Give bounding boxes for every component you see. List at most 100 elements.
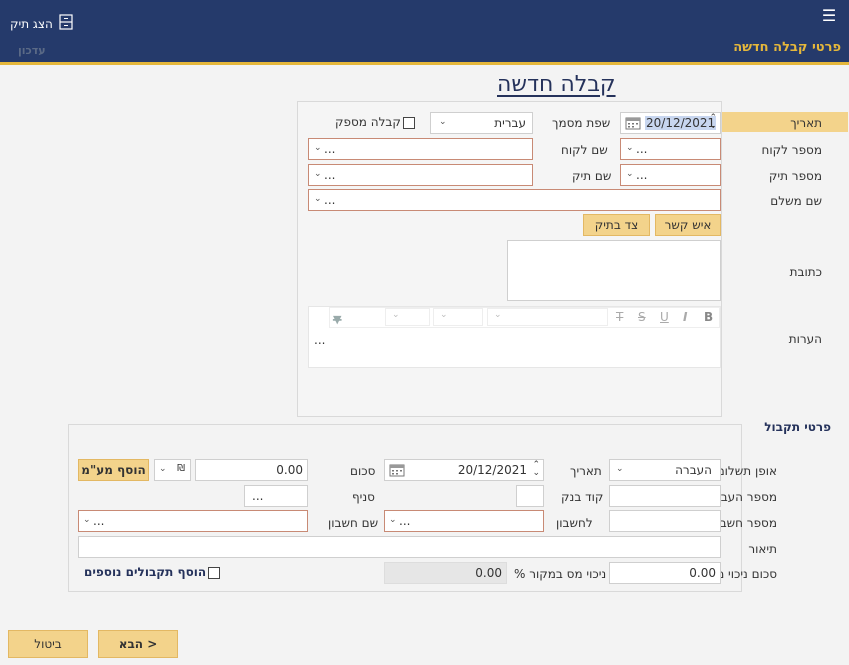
- payer-name-value: ...: [324, 193, 336, 207]
- italic-button[interactable]: I: [683, 310, 687, 324]
- date-value: 20/12/2021: [645, 116, 717, 130]
- receipt-date-label: תאריך: [570, 464, 602, 478]
- party-in-file-button[interactable]: צד בתיק: [583, 214, 650, 236]
- account-name-value: ...: [93, 514, 105, 528]
- customer-name-value: ...: [324, 142, 336, 156]
- branch-lookup-button[interactable]: ...: [252, 489, 263, 503]
- doc-lang-select[interactable]: עברית ⌄: [430, 112, 533, 134]
- file-number-label: מספר תיק: [768, 169, 822, 183]
- date-label: תאריך: [790, 116, 822, 130]
- description-label: תיאור: [748, 542, 777, 556]
- file-name-input[interactable]: ⌄ ...: [308, 164, 533, 186]
- bank-code-input[interactable]: [516, 485, 544, 507]
- account-number-input[interactable]: [609, 510, 721, 532]
- payment-method-value: העברה: [675, 463, 712, 477]
- strikethrough-button[interactable]: S: [638, 310, 646, 324]
- customer-name-input[interactable]: ⌄ ...: [308, 138, 533, 160]
- doc-lang-value: עברית: [494, 116, 526, 130]
- amount-value: 0.00: [276, 463, 303, 477]
- notes-value: ...: [314, 333, 326, 347]
- chevron-down-icon: ⌄: [314, 169, 322, 179]
- description-input[interactable]: [78, 536, 721, 558]
- notes-label: הערות: [788, 332, 822, 346]
- style-select[interactable]: ⌄: [385, 308, 430, 326]
- file-name-value: ...: [324, 168, 336, 182]
- bold-button[interactable]: B: [704, 310, 713, 324]
- receipt-date-value: 20/12/2021: [457, 463, 527, 477]
- to-account-select[interactable]: ⌄ ...: [384, 510, 544, 532]
- chevron-down-icon: ⌄: [314, 194, 322, 204]
- file-number-input[interactable]: ⌄ ...: [620, 164, 721, 186]
- customer-name-label: שם לקוח: [561, 143, 608, 157]
- add-more-receipts-checkbox[interactable]: [208, 567, 220, 579]
- font-family-select[interactable]: ⌄: [487, 308, 608, 326]
- font-size-select[interactable]: ⌄: [433, 308, 483, 326]
- clear-format-button[interactable]: T: [616, 310, 623, 324]
- branch-label: סניף: [352, 490, 375, 504]
- chevron-down-icon: ⌄: [159, 464, 167, 474]
- branch-input[interactable]: ...: [244, 485, 308, 507]
- add-more-receipts-label: הוסף תקבולים נוספים: [84, 565, 207, 579]
- date-label-highlight: [722, 112, 848, 132]
- file-number-value: ...: [636, 168, 648, 182]
- customer-number-input[interactable]: ⌄ ...: [620, 138, 721, 160]
- chevron-down-icon: ⌄: [616, 464, 624, 474]
- customer-number-value: ...: [636, 142, 648, 156]
- to-account-label: לחשבון: [556, 516, 593, 530]
- bank-code-label: קוד בנק: [561, 490, 604, 504]
- address-label: כתובת: [789, 265, 822, 279]
- chevron-down-icon: ⌄: [626, 169, 634, 179]
- receipt-section-title: פרטי תקבול: [764, 420, 831, 434]
- account-number-label: מספר חשבון: [713, 516, 777, 530]
- date-input[interactable]: 20/12/2021 ⌃ ⌄: [620, 112, 721, 134]
- address-textarea[interactable]: [507, 240, 721, 301]
- page-title: פרטי קבלה חדשה: [733, 40, 841, 55]
- chevron-down-icon: ⌄: [314, 143, 322, 153]
- tax-percent-field: 0.00: [384, 562, 507, 584]
- account-name-select[interactable]: ⌄ ...: [78, 510, 308, 532]
- tax-percent-label: % ניכוי מס במקור: [514, 567, 607, 581]
- chevron-down-icon: ⌄: [83, 515, 91, 525]
- doc-lang-label: שפת מסמך: [552, 116, 611, 130]
- tax-percent-value: 0.00: [475, 566, 502, 580]
- add-vat-button[interactable]: הוסף מע"מ: [78, 459, 149, 481]
- form-title: קבלה חדשה: [497, 72, 616, 97]
- file-name-label: שם תיק: [572, 169, 612, 183]
- to-account-value: ...: [399, 514, 411, 528]
- calendar-icon[interactable]: [389, 463, 405, 480]
- currency-select[interactable]: ₪ ⌄: [154, 459, 191, 481]
- amount-input[interactable]: 0.00: [195, 459, 308, 481]
- payer-name-label: שם משלם: [770, 194, 822, 208]
- tax-deduction-input[interactable]: 0.00: [609, 562, 721, 584]
- hamburger-menu-icon[interactable]: ☰: [821, 8, 837, 24]
- chevron-down-icon: ⌄: [389, 515, 397, 525]
- supplier-receipt-checkbox[interactable]: [403, 117, 415, 129]
- payment-method-select[interactable]: העברה ⌄: [609, 459, 721, 481]
- account-name-label: שם חשבון: [328, 516, 379, 530]
- shekel-icon: ₪: [177, 463, 185, 474]
- app-header: [0, 0, 849, 64]
- header-accent-line: [0, 62, 849, 65]
- show-file-label: הצג תיק: [10, 16, 53, 31]
- contact-person-button[interactable]: איש קשר: [655, 214, 721, 236]
- next-button[interactable]: הבא >: [98, 630, 178, 658]
- chevron-down-icon: ⌄: [439, 117, 447, 127]
- show-file-button[interactable]: הצג תיק: [10, 14, 73, 33]
- paragraph-format-icon[interactable]: ▁ ▼: [333, 309, 341, 325]
- payer-name-input[interactable]: ⌄ ...: [308, 189, 721, 211]
- tax-deduction-value: 0.00: [689, 566, 716, 580]
- transfer-number-input[interactable]: [609, 485, 721, 507]
- update-link[interactable]: עדכון: [18, 44, 46, 57]
- receipt-date-input[interactable]: 20/12/2021 ⌃ ⌄: [384, 459, 544, 481]
- customer-number-label: מספר לקוח: [761, 143, 822, 157]
- cancel-button[interactable]: ביטול: [8, 630, 88, 658]
- spin-arrows-icon[interactable]: ⌃ ⌄: [709, 114, 717, 131]
- spin-arrows-icon[interactable]: ⌃ ⌄: [532, 461, 540, 478]
- amount-label: סכום: [350, 464, 376, 478]
- underline-button[interactable]: U: [660, 310, 669, 324]
- calendar-icon[interactable]: [625, 116, 641, 133]
- supplier-receipt-label: קבלה מספק: [335, 115, 401, 129]
- payment-method-label: אופן תשלום: [716, 464, 777, 478]
- chevron-down-icon: ⌄: [626, 143, 634, 153]
- cabinet-icon: [59, 14, 73, 33]
